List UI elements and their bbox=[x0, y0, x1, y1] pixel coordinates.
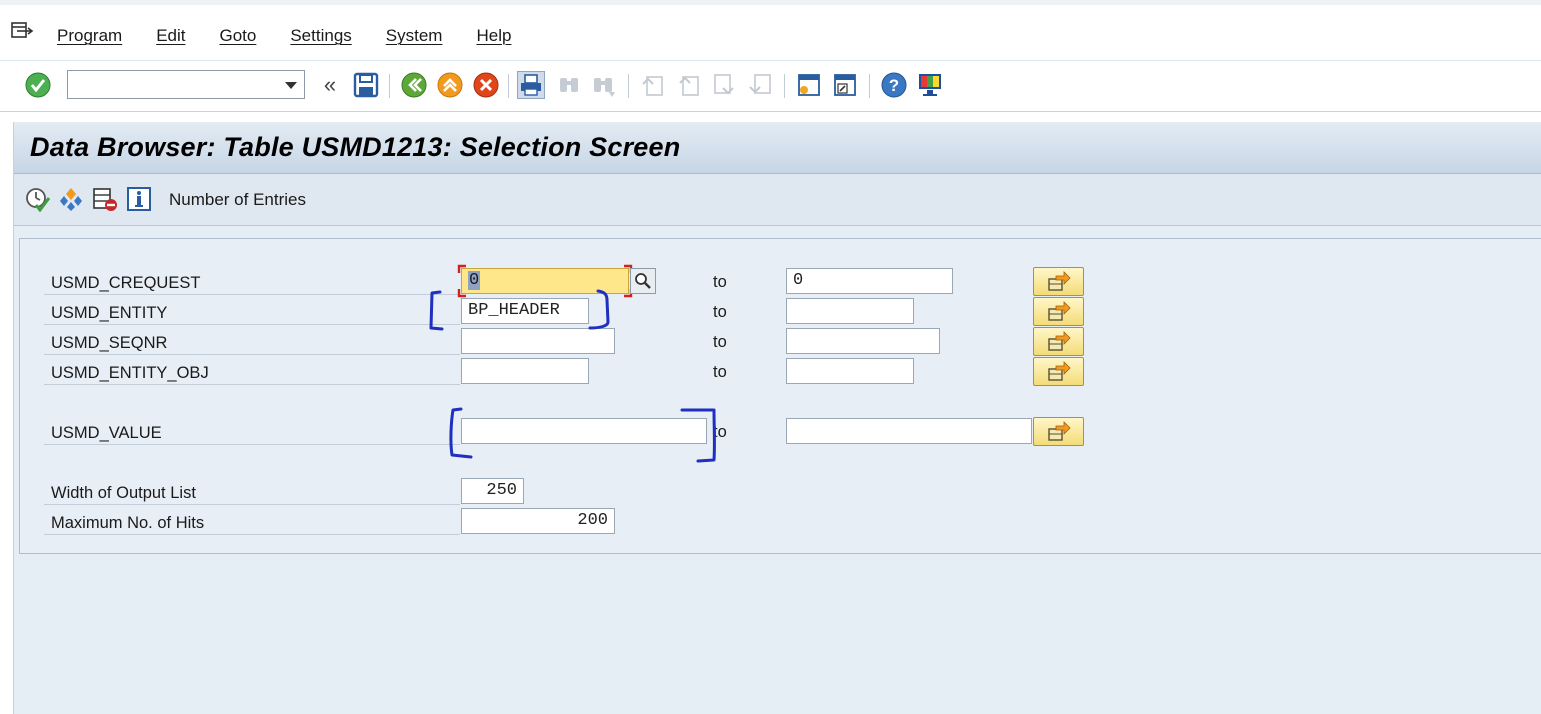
previous-page-icon[interactable] bbox=[674, 71, 702, 99]
multiple-selection-icon bbox=[1047, 300, 1071, 321]
customize-layout-icon[interactable] bbox=[916, 71, 944, 99]
toolbar-separator bbox=[784, 74, 785, 98]
multiple-selection-button[interactable] bbox=[1033, 267, 1084, 296]
field-label-width-of-output-list: Width of Output List bbox=[44, 478, 460, 505]
first-page-icon[interactable] bbox=[638, 71, 666, 99]
usmd-entity-high-input[interactable] bbox=[786, 298, 914, 324]
usmd-value-high-input[interactable] bbox=[786, 418, 1032, 444]
execute-icon[interactable] bbox=[24, 186, 50, 212]
usmd-value-low-input[interactable] bbox=[461, 418, 707, 444]
menu-edit[interactable]: Edit bbox=[156, 26, 185, 46]
field-label-usmd-crequest: USMD_CREQUEST bbox=[44, 268, 460, 295]
find-next-icon[interactable] bbox=[590, 71, 618, 99]
multiple-selection-icon bbox=[1047, 420, 1071, 441]
to-label: to bbox=[713, 423, 727, 441]
to-label: to bbox=[713, 363, 727, 381]
field-label-maximum-hits: Maximum No. of Hits bbox=[44, 508, 460, 535]
delete-selection-icon[interactable] bbox=[92, 186, 118, 212]
menu-items: Program Edit Goto Settings System Help bbox=[57, 26, 545, 46]
next-page-icon[interactable] bbox=[710, 71, 738, 99]
to-label: to bbox=[713, 303, 727, 321]
usmd-entity-obj-high-input[interactable] bbox=[786, 358, 914, 384]
usmd-seqnr-high-input[interactable] bbox=[786, 328, 940, 354]
shortcut-icon[interactable] bbox=[831, 71, 859, 99]
exit-icon[interactable] bbox=[436, 71, 464, 99]
multiple-selection-icon bbox=[1047, 330, 1071, 351]
multiple-selection-icon bbox=[1047, 270, 1071, 291]
print-icon[interactable] bbox=[517, 71, 545, 99]
menu-settings[interactable]: Settings bbox=[290, 26, 351, 46]
last-page-icon[interactable] bbox=[746, 71, 774, 99]
field-label-usmd-seqnr: USMD_SEQNR bbox=[44, 328, 460, 355]
to-label: to bbox=[713, 333, 727, 351]
top-strip bbox=[0, 0, 1541, 5]
save-icon[interactable] bbox=[352, 71, 380, 99]
svg-text:?: ? bbox=[889, 76, 899, 95]
multiple-selection-button[interactable] bbox=[1033, 297, 1084, 326]
standard-toolbar: « ? bbox=[0, 60, 1541, 112]
back-icon[interactable] bbox=[400, 71, 428, 99]
cancel-icon[interactable] bbox=[472, 71, 500, 99]
multiple-selection-button[interactable] bbox=[1033, 417, 1084, 446]
multiple-selection-icon bbox=[1047, 360, 1071, 381]
field-label-usmd-entity-obj: USMD_ENTITY_OBJ bbox=[44, 358, 460, 385]
chevron-down-icon[interactable] bbox=[285, 82, 297, 89]
info-icon[interactable] bbox=[126, 186, 152, 212]
toolbar-separator bbox=[508, 74, 509, 98]
find-icon[interactable] bbox=[555, 71, 583, 99]
to-label: to bbox=[713, 273, 727, 291]
selection-options-icon[interactable] bbox=[58, 186, 84, 212]
multiple-selection-button[interactable] bbox=[1033, 327, 1084, 356]
help-icon[interactable]: ? bbox=[880, 71, 908, 99]
collapse-icon[interactable]: « bbox=[316, 71, 344, 99]
search-icon bbox=[635, 273, 651, 289]
field-label-usmd-value: USMD_VALUE bbox=[44, 418, 460, 445]
usmd-entity-low-input[interactable]: BP_HEADER bbox=[461, 298, 589, 324]
enter-icon[interactable] bbox=[24, 71, 52, 99]
output-width-input[interactable]: 250 bbox=[461, 478, 524, 504]
value-help-button[interactable] bbox=[630, 268, 656, 294]
usmd-crequest-high-input[interactable]: 0 bbox=[786, 268, 953, 294]
application-toolbar: Number of Entries bbox=[14, 174, 1541, 226]
toolbar-separator bbox=[869, 74, 870, 98]
create-session-icon[interactable] bbox=[795, 71, 823, 99]
command-field[interactable] bbox=[67, 70, 305, 99]
usmd-seqnr-low-input[interactable] bbox=[461, 328, 615, 354]
menu-program[interactable]: Program bbox=[57, 26, 122, 46]
toolbar-separator bbox=[628, 74, 629, 98]
menu-system[interactable]: System bbox=[386, 26, 443, 46]
menu-help[interactable]: Help bbox=[476, 26, 511, 46]
title-bar: Data Browser: Table USMD1213: Selection … bbox=[14, 123, 1541, 174]
number-of-entries-button[interactable]: Number of Entries bbox=[169, 190, 306, 210]
usmd-entity-obj-low-input[interactable] bbox=[461, 358, 589, 384]
menu-bar: Program Edit Goto Settings System Help bbox=[0, 0, 1541, 60]
system-menu-icon[interactable] bbox=[11, 22, 35, 40]
usmd-crequest-low-value: 0 bbox=[468, 271, 481, 290]
page-title: Data Browser: Table USMD1213: Selection … bbox=[30, 132, 681, 162]
usmd-crequest-low-input[interactable]: 0 bbox=[461, 268, 629, 294]
multiple-selection-button[interactable] bbox=[1033, 357, 1084, 386]
menu-goto[interactable]: Goto bbox=[219, 26, 256, 46]
toolbar-separator bbox=[389, 74, 390, 98]
max-hits-input[interactable]: 200 bbox=[461, 508, 615, 534]
field-label-usmd-entity: USMD_ENTITY bbox=[44, 298, 460, 325]
